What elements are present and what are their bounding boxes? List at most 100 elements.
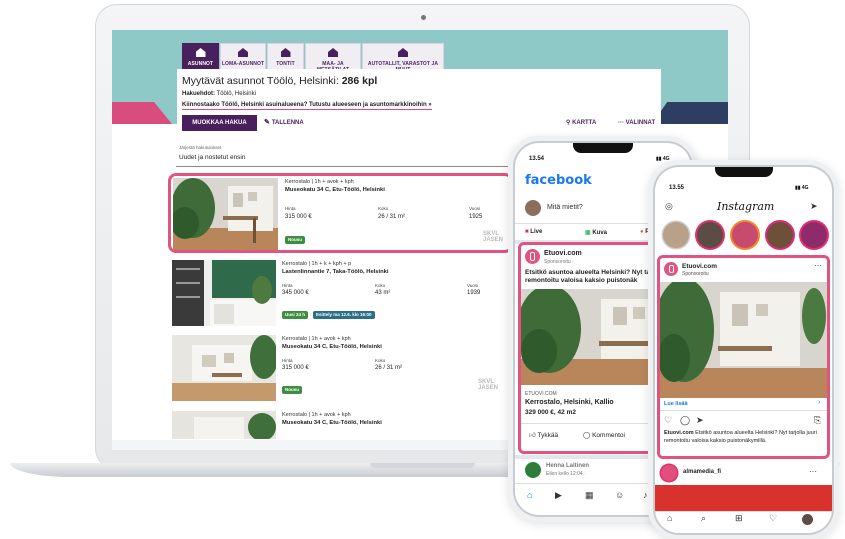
post-author[interactable]: Henna Laitinen: [546, 463, 589, 469]
next-post-image: [655, 485, 832, 513]
size-label: Koko: [375, 358, 386, 363]
avatar: [525, 200, 541, 216]
story-avatar[interactable]: [767, 222, 793, 248]
tab-apartments[interactable]: ASUNNOT: [182, 43, 219, 69]
laptop-opening-notch: [370, 463, 475, 468]
listing-price: 345 000 €: [282, 290, 309, 296]
edit-search-button[interactable]: MUOKKAA HAKUA: [182, 115, 257, 131]
story-avatar[interactable]: [732, 222, 758, 248]
comment-icon[interactable]: ◯: [680, 415, 690, 426]
listing-type: Kerrostalo | 1h + avok + kph: [282, 412, 351, 418]
send-icon[interactable]: ➤: [810, 201, 818, 212]
listing-year: 1939: [467, 290, 481, 296]
cta-bar[interactable]: Lue lisää ›: [660, 399, 827, 411]
search-criteria: Hakuehdot: Töölö, Helsinki: [182, 91, 256, 97]
garage-icon: [398, 48, 408, 57]
listing-price: 315 000 €: [282, 365, 309, 371]
camera-icon[interactable]: ◎: [665, 201, 673, 212]
like-button[interactable]: 👍︎ Tykkää: [529, 431, 558, 439]
post-meta: Eilen kello 12:04 ·: [546, 471, 586, 477]
listing-photo: [173, 178, 278, 250]
status-time: 13.55: [669, 185, 685, 191]
cottage-icon: [238, 48, 248, 57]
status-badge: Nousu: [282, 386, 302, 394]
heart-icon[interactable]: ♡: [664, 415, 672, 426]
plot-icon: [280, 48, 291, 57]
etuovi-logo-icon: [525, 249, 540, 264]
more-options-icon[interactable]: ···: [809, 467, 817, 476]
instagram-phone: 13.55 ▮▮ 4G ◎ Instagram ➤ Etuovi.com Spo…: [655, 167, 832, 533]
composer-input[interactable]: Mitä mietit?: [547, 204, 583, 211]
sponsored-label: Sponsoroitu ·: [544, 259, 574, 265]
tab-plots[interactable]: TONTIT: [267, 43, 304, 69]
post-author[interactable]: almamedia_fi: [683, 469, 721, 475]
page-name[interactable]: Etuovi.com: [544, 250, 582, 257]
home-icon[interactable]: ⌂: [667, 513, 672, 523]
story-avatar[interactable]: [697, 222, 723, 248]
story-avatar[interactable]: [801, 222, 827, 248]
page-name[interactable]: Etuovi.com: [682, 263, 717, 270]
link-title[interactable]: Kerrostalo, Helsinki, Kallio: [525, 399, 614, 406]
share-button[interactable]: ↗: [649, 431, 654, 439]
bookmark-icon[interactable]: ⎘: [814, 415, 821, 426]
story-avatar-own[interactable]: [663, 222, 689, 248]
farm-icon: [328, 48, 338, 57]
share-icon: ↗: [649, 432, 655, 439]
send-icon[interactable]: ➤: [696, 415, 704, 426]
checkin-button[interactable]: ● Pa: [640, 229, 653, 235]
comment-button[interactable]: ◯ Kommentoi: [583, 431, 625, 439]
filters-button[interactable]: ··· VALINNAT: [618, 115, 655, 131]
signal-indicator: ▮▮ 4G: [795, 185, 809, 191]
tab-garages-storage[interactable]: AUTOTALLIT, VARASTOT JA MUUT: [362, 43, 444, 73]
search-icon[interactable]: ⌕: [701, 513, 706, 524]
listing-address: Museokatu 34 C, Etu-Töölö, Helsinki: [282, 344, 382, 350]
listing-type: Kerrostalo | 1h + k + kph + p: [282, 261, 352, 267]
listing-photo: [172, 335, 276, 401]
sort-value: Uudet ja nostetut ensin: [179, 154, 246, 161]
tab-farms-forests[interactable]: MAA- JA METSÄTILAT: [305, 43, 361, 73]
listing-card-featured[interactable]: Kerrostalo | 1h + avok + kph Museokatu 3…: [168, 173, 513, 253]
tab-holiday-homes[interactable]: LOMA-ASUNNOT: [220, 43, 266, 69]
etuovi-logo-icon: [664, 262, 678, 276]
map-button[interactable]: ⚲ KARTTA: [566, 115, 596, 131]
add-post-icon[interactable]: ⊞: [735, 513, 743, 524]
phone-notch: [573, 143, 633, 153]
edit-pen-icon: ✎: [264, 119, 272, 126]
page-title: Myytävät asunnot Töölö, Helsinki: 286 kp…: [182, 75, 378, 87]
photo-button[interactable]: ▣ Kuva: [585, 229, 607, 236]
listing-card[interactable]: Kerrostalo | 1h + avok + kph Museokatu 3…: [170, 409, 510, 439]
status-badge: Nousu: [285, 236, 305, 244]
read-more-link[interactable]: Lue lisää: [664, 401, 688, 407]
marketplace-icon[interactable]: ▦: [585, 490, 594, 501]
post-caption: Etuovi.com Etsitkö asuntoa alueelta Hels…: [664, 430, 817, 444]
more-dots-icon: ···: [618, 120, 626, 126]
status-time: 13.54: [529, 156, 545, 162]
region-info-link[interactable]: Kiinnostaako Töölö, Helsinki asuinalueen…: [182, 102, 432, 110]
listing-size: 26 / 31 m²: [375, 365, 403, 371]
listing-card[interactable]: Kerrostalo | 1h + avok + kph Museokatu 3…: [170, 333, 510, 403]
home-icon[interactable]: ⌂: [527, 490, 532, 500]
instagram-logo: Instagram: [717, 200, 775, 213]
listing-address: Lastenlinnantie 7, Taka-Töölö, Helsinki: [282, 269, 389, 275]
building-icon: [195, 48, 206, 57]
phone-notch: [715, 167, 773, 177]
size-label: Koko: [375, 283, 386, 288]
bell-icon[interactable]: ♪: [643, 490, 648, 500]
facebook-logo: facebook: [525, 173, 592, 188]
save-search-button[interactable]: ✎ TALLENNA: [264, 115, 304, 131]
ad-image: [660, 282, 827, 398]
groups-icon[interactable]: ☺: [615, 490, 624, 500]
link-description: 329 000 €, 42 m2: [525, 409, 576, 416]
more-options-icon[interactable]: ···: [814, 261, 822, 270]
heart-icon[interactable]: ♡: [769, 513, 777, 524]
listing-size: 43 m²: [375, 290, 391, 296]
listing-card[interactable]: Kerrostalo | 1h + k + kph + p Lastenlinn…: [170, 258, 510, 328]
profile-avatar[interactable]: [802, 514, 813, 525]
sort-select[interactable]: Järjestä hakutulokset Uudet ja nostetut …: [176, 145, 514, 167]
sponsored-post[interactable]: Etuovi.com Sponsoroitu ··· Lue lisää › ♡…: [657, 255, 830, 459]
price-label: Hinta: [282, 283, 293, 288]
sponsored-label: Sponsoroitu: [682, 271, 709, 277]
live-button[interactable]: ■ Live: [525, 229, 542, 235]
video-icon[interactable]: ▶: [555, 490, 562, 501]
skvl-member-mark: SKVL JÄSEN: [478, 379, 499, 391]
